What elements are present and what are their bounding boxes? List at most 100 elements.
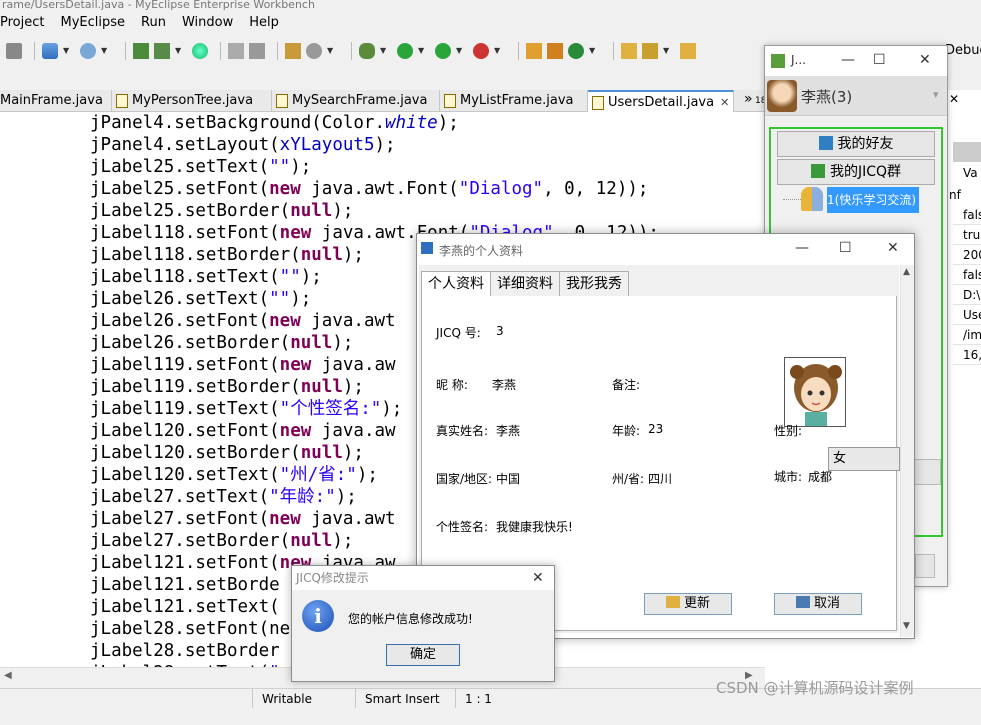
run-icon[interactable] (397, 43, 413, 59)
code-line[interactable]: jLabel118.setText(""); (90, 266, 322, 288)
tab-show[interactable]: 我形我秀 (559, 271, 629, 297)
settings-icon[interactable] (306, 43, 322, 59)
chevron-down-icon[interactable]: ▼ (101, 43, 109, 59)
close-icon[interactable]: ✕ (887, 240, 899, 256)
open-type-icon[interactable] (80, 43, 96, 59)
scroll-down-icon[interactable]: ▼ (903, 621, 910, 631)
tab-detail-info[interactable]: 详细资料 (490, 271, 560, 297)
new-wizard-icon[interactable] (42, 43, 58, 59)
code-line[interactable]: jLabel121.setText( (90, 596, 280, 618)
variable-value[interactable]: fals (953, 205, 981, 225)
edit-icon[interactable] (642, 43, 658, 59)
chevron-down-icon[interactable]: ▼ (63, 43, 71, 59)
deploy-icon[interactable] (133, 43, 149, 59)
code-line[interactable]: jLabel120.setFont(new java.aw (90, 420, 396, 442)
code-line[interactable]: jPanel4.setBackground(Color.white); (90, 112, 459, 134)
code-line[interactable]: jLabel25.setFont(new java.awt.Font("Dial… (90, 178, 648, 200)
search-icon[interactable] (621, 43, 637, 59)
new-class-icon[interactable] (568, 43, 584, 59)
new-project-icon[interactable] (526, 43, 542, 59)
chevron-down-icon[interactable]: ▼ (380, 43, 388, 59)
chevron-down-icon[interactable]: ▼ (663, 43, 671, 59)
variable-value[interactable]: /im (953, 325, 981, 345)
minimize-icon[interactable]: — (841, 52, 855, 68)
server-icon[interactable] (154, 43, 170, 59)
coverage-icon[interactable] (473, 43, 489, 59)
scroll-up-icon[interactable]: ▲ (903, 267, 910, 277)
jicq-side-button[interactable] (911, 459, 941, 485)
menu-project[interactable]: Project (0, 13, 52, 35)
profile-vertical-scrollbar[interactable]: ▲ ▼ (900, 265, 914, 637)
view-toolbar-icon[interactable] (953, 142, 981, 162)
ok-button[interactable]: 确定 (386, 644, 460, 666)
code-line[interactable]: jLabel27.setFont(new java.awt (90, 508, 396, 530)
code-line[interactable]: jLabel119.setFont(new java.aw (90, 354, 396, 376)
new-package-icon[interactable] (547, 43, 563, 59)
tab-overflow-icon[interactable]: » (744, 91, 753, 107)
close-icon[interactable]: ✕ (919, 52, 931, 68)
close-icon[interactable]: ✕ (949, 92, 959, 106)
menu-window[interactable]: Window (182, 13, 241, 35)
tab-mypersontree[interactable]: MyPersonTree.java (112, 90, 272, 112)
chevron-down-icon[interactable]: ▼ (456, 43, 464, 59)
code-line[interactable]: jLabel119.setBorder(null); (90, 376, 364, 398)
chevron-down-icon[interactable]: ▼ (494, 43, 502, 59)
maximize-icon[interactable]: ☐ (839, 240, 852, 256)
code-line[interactable]: jLabel26.setBorder(null); (90, 332, 353, 354)
tab-mysearchframe[interactable]: MySearchFrame.java (272, 90, 440, 112)
maximize-icon[interactable]: ☐ (873, 52, 886, 68)
code-line[interactable]: jLabel25.setBorder(null); (90, 200, 353, 222)
my-friends-button[interactable]: 我的好友 (777, 131, 935, 157)
code-line[interactable]: jLabel121.setBorde (90, 574, 280, 596)
code-line[interactable]: jPanel4.setLayout(xYLayout5); (90, 134, 396, 156)
cancel-button[interactable]: 取消 (774, 593, 862, 615)
tab-usersdetail[interactable]: UsersDetail.java ✕ (588, 90, 734, 112)
close-icon[interactable]: ✕ (720, 96, 729, 109)
message-titlebar[interactable]: JICQ修改提示 ✕ (292, 566, 554, 590)
properties-icon[interactable] (285, 43, 301, 59)
menu-run[interactable]: Run (141, 13, 174, 35)
variable-value[interactable]: fals (953, 265, 981, 285)
scroll-left-icon[interactable]: ◀ (4, 670, 12, 681)
print-icon[interactable] (6, 43, 22, 59)
debug-icon[interactable] (359, 43, 375, 59)
variable-value[interactable]: D:\ (953, 285, 981, 305)
tab-personal-info[interactable]: 个人资料 (421, 271, 491, 297)
chevron-down-icon[interactable]: ▼ (418, 43, 426, 59)
chevron-down-icon[interactable]: ▼ (327, 43, 335, 59)
browser-icon[interactable] (192, 43, 208, 59)
jicq-titlebar[interactable]: J... — ☐ ✕ (765, 46, 947, 76)
update-button[interactable]: 更新 (644, 593, 732, 615)
debug-perspective-label[interactable]: Debug (945, 43, 981, 58)
menu-myeclipse[interactable]: MyEclipse (60, 13, 133, 35)
print-preview-icon[interactable] (228, 43, 244, 59)
variable-value[interactable]: tru (953, 225, 981, 245)
save-icon[interactable] (249, 43, 265, 59)
code-line[interactable]: jLabel28.setBorder (90, 640, 280, 662)
my-groups-button[interactable]: 我的JICQ群 (777, 159, 935, 185)
chevron-down-icon[interactable]: ▾ (933, 88, 939, 101)
chevron-down-icon[interactable]: ▼ (589, 43, 597, 59)
variable-value[interactable]: 16, (953, 345, 981, 365)
variable-value[interactable]: Use (953, 305, 981, 325)
code-line[interactable]: jLabel26.setFont(new java.awt (90, 310, 396, 332)
code-line[interactable]: jLabel27.setText("年龄:"); (90, 486, 357, 508)
code-line[interactable]: jLabel27.setBorder(null); (90, 530, 353, 552)
minimize-icon[interactable]: — (795, 240, 809, 256)
profile-titlebar[interactable]: 李燕的个人资料 — ☐ ✕ (417, 234, 914, 264)
code-line[interactable]: jLabel120.setText("州/省:"); (90, 464, 378, 486)
code-line[interactable]: jLabel118.setBorder(null); (90, 244, 364, 266)
open-folder-icon[interactable] (680, 43, 696, 59)
code-line[interactable]: jLabel26.setText(""); (90, 288, 311, 310)
close-icon[interactable]: ✕ (532, 566, 544, 590)
tree-item-group[interactable]: 1(快乐学习交流) (827, 187, 919, 213)
chevron-down-icon[interactable]: ▼ (175, 43, 183, 59)
menu-help[interactable]: Help (249, 13, 287, 35)
jicq-bottom-button[interactable] (915, 554, 935, 578)
code-line[interactable]: jLabel25.setText(""); (90, 156, 311, 178)
code-line[interactable]: jLabel28.setFont(ne (90, 618, 290, 640)
run-external-icon[interactable] (435, 43, 451, 59)
gender-field[interactable]: 女 (828, 447, 900, 471)
tab-mylistframe[interactable]: MyListFrame.java (440, 90, 588, 112)
jicq-user-header[interactable]: 李燕(3) ▾ (765, 76, 947, 116)
